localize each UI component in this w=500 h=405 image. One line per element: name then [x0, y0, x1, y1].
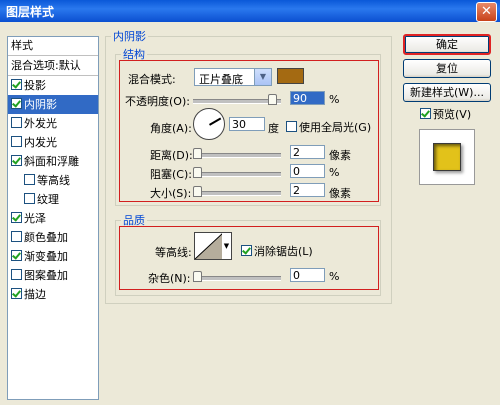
blend-mode-value: 正片叠底	[199, 73, 243, 86]
style-item-label: 外发光	[24, 117, 57, 130]
window-title: 图层样式	[6, 5, 55, 19]
style-item-label: 内发光	[24, 136, 57, 149]
noise-slider[interactable]	[193, 276, 281, 281]
distance-label: 距离(D):	[150, 149, 193, 162]
inner-shadow-title: 内阴影	[111, 28, 148, 44]
style-item[interactable]: 外发光	[8, 114, 98, 133]
distance-input[interactable]: 2	[290, 145, 325, 159]
style-item-checkbox[interactable]	[11, 269, 22, 280]
choke-slider-thumb[interactable]	[193, 167, 202, 178]
style-item-checkbox[interactable]	[11, 117, 22, 128]
style-item[interactable]: 纹理	[8, 190, 98, 209]
new-style-button[interactable]: 新建样式(W)...	[403, 83, 491, 102]
dialog-body: 样式 混合选项:默认 投影 内阴影 外发光 内发光 斜面和浮雕 等高线 纹理 光泽 颜色叠加 渐变…	[0, 22, 500, 405]
blend-options-item[interactable]: 混合选项:默认	[8, 56, 98, 76]
style-item-label: 描边	[24, 288, 46, 301]
style-item-label: 内阴影	[24, 98, 57, 111]
style-item-label: 斜面和浮雕	[24, 155, 79, 168]
noise-slider-thumb[interactable]	[193, 271, 202, 282]
style-item-checkbox[interactable]	[11, 231, 22, 242]
style-item-checkbox[interactable]	[11, 288, 22, 299]
preview-checkbox[interactable]: 预览(V)	[420, 106, 471, 122]
antialias-label: 消除锯齿(L)	[254, 245, 313, 258]
angle-unit: 度	[268, 122, 279, 135]
size-unit: 像素	[329, 187, 351, 200]
opacity-input[interactable]: 90	[290, 91, 325, 105]
style-item[interactable]: 等高线	[8, 171, 98, 190]
title-bar: 图层样式 ✕	[0, 0, 500, 22]
opacity-label: 不透明度(O):	[125, 95, 190, 108]
preview-swatch	[433, 143, 461, 171]
style-item-label: 颜色叠加	[24, 231, 68, 244]
contour-dropdown[interactable]: ▼	[222, 232, 232, 260]
distance-slider-thumb[interactable]	[193, 148, 202, 159]
contour-label: 等高线:	[155, 246, 192, 259]
angle-needle	[209, 117, 222, 126]
size-input[interactable]: 2	[290, 183, 325, 197]
style-item-label: 渐变叠加	[24, 250, 68, 263]
styles-list: 样式 混合选项:默认 投影内阴影外发光内发光斜面和浮雕等高线纹理光泽颜色叠加渐变…	[7, 36, 99, 400]
reset-button[interactable]: 复位	[403, 59, 491, 78]
style-item[interactable]: 斜面和浮雕	[8, 152, 98, 171]
contour-preview[interactable]	[194, 232, 224, 260]
style-preview-thumbnail	[419, 129, 475, 185]
style-item-checkbox[interactable]	[24, 193, 35, 204]
style-item[interactable]: 光泽	[8, 209, 98, 228]
style-item-label: 光泽	[24, 212, 46, 225]
blend-mode-select[interactable]: 正片叠底 ▼	[194, 68, 272, 86]
style-item-checkbox[interactable]	[24, 174, 35, 185]
shadow-color-swatch[interactable]	[277, 68, 304, 84]
size-slider[interactable]	[193, 191, 281, 196]
style-item[interactable]: 内阴影	[8, 95, 98, 114]
chevron-down-icon: ▼	[254, 69, 271, 85]
style-item-label: 图案叠加	[24, 269, 68, 282]
angle-label: 角度(A):	[150, 122, 192, 135]
choke-label: 阻塞(C):	[150, 168, 192, 181]
preview-check	[420, 108, 431, 119]
style-item-label: 投影	[24, 79, 46, 92]
global-light-checkbox[interactable]: 使用全局光(G)	[286, 119, 371, 135]
style-item-label: 等高线	[37, 174, 70, 187]
opacity-unit: %	[329, 93, 340, 106]
antialias-check	[241, 245, 252, 256]
noise-input[interactable]: 0	[290, 268, 325, 282]
antialias-checkbox[interactable]: 消除锯齿(L)	[241, 243, 313, 259]
style-item-checkbox[interactable]	[11, 98, 22, 109]
style-item[interactable]: 渐变叠加	[8, 247, 98, 266]
angle-input[interactable]: 30	[229, 117, 265, 131]
style-item[interactable]: 颜色叠加	[8, 228, 98, 247]
style-item-checkbox[interactable]	[11, 250, 22, 261]
distance-unit: 像素	[329, 149, 351, 162]
size-label: 大小(S):	[150, 187, 192, 200]
choke-slider[interactable]	[193, 172, 281, 177]
opacity-slider-thumb[interactable]	[268, 94, 278, 105]
style-item-checkbox[interactable]	[11, 155, 22, 166]
style-item-label: 纹理	[37, 193, 59, 206]
chevron-down-icon: ▼	[223, 242, 230, 250]
noise-label: 杂色(N):	[148, 272, 191, 285]
preview-label: 预览(V)	[433, 108, 472, 121]
noise-unit: %	[329, 270, 340, 283]
angle-dial[interactable]	[193, 108, 225, 140]
global-light-check	[286, 121, 297, 132]
style-item[interactable]: 投影	[8, 76, 98, 95]
style-item[interactable]: 内发光	[8, 133, 98, 152]
global-light-label: 使用全局光(G)	[299, 121, 372, 134]
distance-slider[interactable]	[193, 153, 281, 158]
style-item-checkbox[interactable]	[11, 79, 22, 90]
choke-unit: %	[329, 166, 340, 179]
close-button[interactable]: ✕	[476, 2, 497, 22]
styles-header: 样式	[8, 37, 98, 56]
choke-input[interactable]: 0	[290, 164, 325, 178]
blend-mode-label: 混合模式:	[128, 73, 176, 86]
size-slider-thumb[interactable]	[193, 186, 202, 197]
style-item-checkbox[interactable]	[11, 212, 22, 223]
style-item[interactable]: 图案叠加	[8, 266, 98, 285]
style-item[interactable]: 描边	[8, 285, 98, 304]
contour-curve-icon	[195, 233, 223, 259]
blend-options-label: 混合选项:默认	[11, 59, 81, 72]
ok-button[interactable]: 确定	[403, 34, 491, 55]
style-item-checkbox[interactable]	[11, 136, 22, 147]
